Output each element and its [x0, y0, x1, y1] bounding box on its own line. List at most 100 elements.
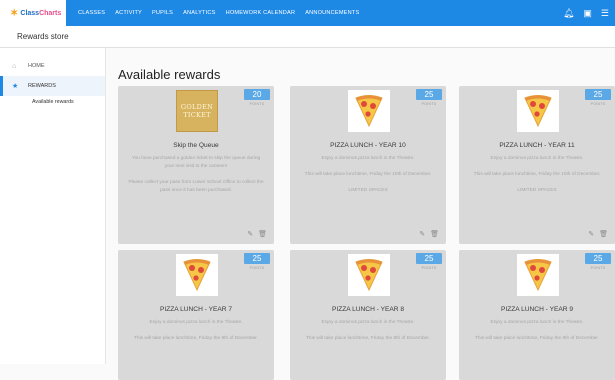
- reward-description: Enjoy a dominos pizza lunch in the Theat…: [128, 319, 264, 351]
- reward-description-paragraph: Enjoy a dominos pizza lunch in the Theat…: [149, 320, 243, 325]
- main-nav: CLASSES ACTIVITY PUPILS ANALYTICS HOMEWO…: [78, 10, 369, 16]
- reward-description: Enjoy a dominos pizza lunch in the Theat…: [300, 319, 436, 351]
- top-icons: 🔔︎ ▣ ☰: [563, 0, 609, 26]
- reward-card[interactable]: 25 POINTS PIZZA LUNCH - YEAR 9 Enjoy a domi…: [459, 250, 615, 380]
- sidebar-item-home[interactable]: ⌂ HOME: [0, 56, 105, 76]
- home-icon: ⌂: [12, 62, 17, 70]
- reward-description: You have purchased a golden ticket to sk…: [128, 155, 264, 203]
- points-label: POINTS: [590, 102, 606, 106]
- app-logo-text: ClassCharts: [20, 10, 61, 17]
- points-badge: 25 POINTS: [585, 89, 611, 106]
- reward-description: Enjoy a dominos pizza lunch in the Theat…: [469, 319, 605, 351]
- points-value: 25: [416, 89, 442, 100]
- reward-description: Enjoy a dominos pizza lunch in the Theat…: [469, 155, 605, 203]
- points-badge: 25 POINTS: [585, 253, 611, 270]
- sidebar: ⌂ HOME ★ REWARDS Available rewards: [0, 48, 106, 364]
- points-value: 25: [585, 253, 611, 264]
- pizza-icon: [176, 254, 218, 296]
- edit-pencil-icon[interactable]: ✎: [247, 230, 253, 238]
- points-label: POINTS: [590, 266, 606, 270]
- reward-image: [517, 90, 559, 132]
- reward-description-paragraph: This will take place lunchtime, Friday t…: [473, 172, 601, 177]
- points-value: 25: [244, 253, 270, 264]
- main-content: Available rewards GOLDEN TICKET 20 POINTS Sk…: [106, 48, 615, 380]
- points-value: 25: [585, 89, 611, 100]
- reward-image: [176, 254, 218, 296]
- reward-description-paragraph: Enjoy a dominos pizza lunch in the Theat…: [321, 156, 415, 161]
- points-label: POINTS: [249, 266, 265, 270]
- classcharts-logo-icon: ✶: [10, 7, 19, 19]
- edit-pencil-icon[interactable]: ✎: [588, 230, 594, 238]
- reward-image: [517, 254, 559, 296]
- points-value: 20: [244, 89, 270, 100]
- reward-card[interactable]: 25 POINTS PIZZA LUNCH - YEAR 8 Enjoy a domi…: [290, 250, 446, 380]
- points-badge: 25 POINTS: [244, 253, 270, 270]
- pizza-icon: [517, 254, 559, 296]
- delete-trash-icon[interactable]: 🗑︎: [258, 230, 267, 238]
- reward-title: PIZZA LUNCH - YEAR 8: [331, 306, 405, 313]
- menu-icon[interactable]: ☰: [601, 8, 609, 18]
- nav-homework-calendar[interactable]: HOMEWORK CALENDAR: [226, 10, 296, 16]
- golden-ticket-text: GOLDEN: [180, 103, 214, 111]
- reward-card[interactable]: 25 POINTS PIZZA LUNCH - YEAR 10 Enjoy a dom…: [290, 86, 446, 244]
- nav-pupils[interactable]: PUPILS: [152, 10, 173, 16]
- reward-description-paragraph: Please collect your pass from Lower Scho…: [128, 180, 264, 193]
- reward-image: GOLDEN TICKET: [176, 90, 218, 132]
- reward-description-paragraph: LIMITED SPACES: [348, 188, 388, 193]
- sidebar-subitem-available-rewards[interactable]: Available rewards: [0, 96, 105, 108]
- reward-image: [348, 254, 390, 296]
- reward-title: PIZZA LUNCH - YEAR 10: [330, 142, 406, 149]
- reward-title: PIZZA LUNCH - YEAR 7: [159, 306, 233, 313]
- nav-announcements[interactable]: ANNOUNCEMENTS: [305, 10, 359, 16]
- main-heading: Available rewards: [118, 67, 221, 82]
- reward-description: Enjoy a dominos pizza lunch in the Theat…: [300, 155, 436, 203]
- top-navbar: ✶ ClassCharts CLASSES ACTIVITY PUPILS AN…: [0, 0, 615, 26]
- logo-text-second: Charts: [39, 9, 62, 17]
- delete-trash-icon[interactable]: 🗑︎: [599, 230, 608, 238]
- delete-trash-icon[interactable]: 🗑︎: [430, 230, 439, 238]
- reward-description-paragraph: LIMITED SPACES: [517, 188, 557, 193]
- reward-card[interactable]: GOLDEN TICKET 20 POINTS Skip the Queue You ha…: [118, 86, 274, 244]
- points-value: 25: [416, 253, 442, 264]
- reward-description-paragraph: Enjoy a dominos pizza lunch in the Theat…: [321, 320, 415, 325]
- nav-analytics[interactable]: ANALYTICS: [183, 10, 215, 16]
- pizza-icon: [517, 90, 559, 132]
- pizza-icon: [348, 254, 390, 296]
- card-actions: ✎ 🗑︎: [588, 230, 608, 238]
- golden-ticket-text: TICKET: [183, 111, 211, 119]
- star-icon: ★: [12, 83, 19, 90]
- sidebar-item-label: REWARDS: [28, 83, 56, 89]
- golden-ticket-image: GOLDEN TICKET: [176, 90, 218, 132]
- reward-description-paragraph: This will take place lunchtime, Friday t…: [134, 336, 258, 341]
- sidebar-item-rewards[interactable]: ★ REWARDS: [0, 76, 105, 96]
- reward-title: PIZZA LUNCH - YEAR 11: [499, 142, 575, 149]
- reward-description-paragraph: You have purchased a golden ticket to sk…: [131, 156, 261, 169]
- points-label: POINTS: [421, 266, 437, 270]
- subheader: Rewards store: [0, 26, 615, 48]
- app-logo[interactable]: ✶ ClassCharts: [0, 0, 66, 26]
- points-label: POINTS: [249, 102, 265, 106]
- edit-pencil-icon[interactable]: ✎: [419, 230, 425, 238]
- reward-title: PIZZA LUNCH - YEAR 9: [500, 306, 574, 313]
- nav-activity[interactable]: ACTIVITY: [115, 10, 142, 16]
- points-label: POINTS: [421, 102, 437, 106]
- points-badge: 25 POINTS: [416, 253, 442, 270]
- reward-description-paragraph: Enjoy a dominos pizza lunch in the Theat…: [490, 320, 584, 325]
- reward-description-paragraph: This will take place lunchtime, Friday t…: [304, 172, 432, 177]
- reward-card[interactable]: 25 POINTS PIZZA LUNCH - YEAR 11 Enjoy a dom…: [459, 86, 615, 244]
- sidebar-item-label: HOME: [28, 63, 45, 69]
- reward-description-paragraph: Enjoy a dominos pizza lunch in the Theat…: [490, 156, 584, 161]
- user-profile-icon[interactable]: ▣: [583, 8, 592, 18]
- card-actions: ✎ 🗑︎: [247, 230, 267, 238]
- reward-description-paragraph: This will take place lunchtime, Friday t…: [475, 336, 599, 341]
- card-actions: ✎ 🗑︎: [419, 230, 439, 238]
- reward-title: Skip the Queue: [173, 142, 219, 149]
- points-badge: 25 POINTS: [416, 89, 442, 106]
- nav-classes[interactable]: CLASSES: [78, 10, 105, 16]
- reward-card[interactable]: 25 POINTS PIZZA LUNCH - YEAR 7 Enjoy a domi…: [118, 250, 274, 380]
- points-badge: 20 POINTS: [244, 89, 270, 106]
- bell-icon[interactable]: 🔔︎: [563, 8, 574, 18]
- logo-text-first: Class: [20, 9, 40, 17]
- reward-description-paragraph: This will take place lunchtime, Friday t…: [306, 336, 430, 341]
- pizza-icon: [348, 90, 390, 132]
